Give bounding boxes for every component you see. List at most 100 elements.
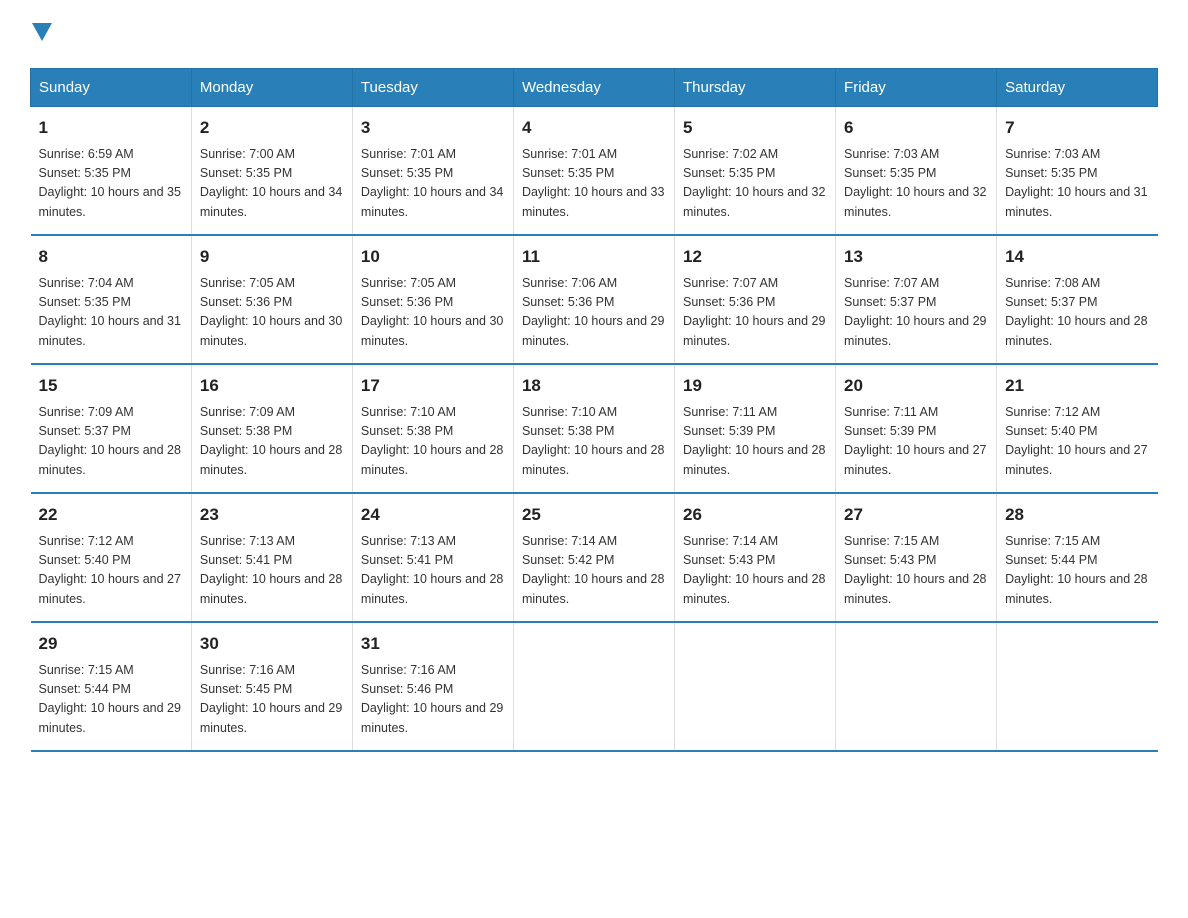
sunrise-label: Sunrise: 7:14 AM: [683, 534, 778, 548]
daylight-label: Daylight: 10 hours and 30 minutes.: [200, 314, 342, 347]
daylight-label: Daylight: 10 hours and 28 minutes.: [361, 443, 503, 476]
calendar-cell: 27 Sunrise: 7:15 AM Sunset: 5:43 PM Dayl…: [836, 493, 997, 622]
day-info: Sunrise: 7:16 AM Sunset: 5:46 PM Dayligh…: [361, 661, 505, 739]
day-info: Sunrise: 7:02 AM Sunset: 5:35 PM Dayligh…: [683, 145, 827, 223]
day-info: Sunrise: 7:00 AM Sunset: 5:35 PM Dayligh…: [200, 145, 344, 223]
weekday-header-sunday: Sunday: [31, 69, 192, 107]
sunrise-label: Sunrise: 7:16 AM: [361, 663, 456, 677]
calendar-cell: 21 Sunrise: 7:12 AM Sunset: 5:40 PM Dayl…: [997, 364, 1158, 493]
day-number: 15: [39, 373, 183, 399]
day-number: 29: [39, 631, 183, 657]
sunrise-label: Sunrise: 7:15 AM: [1005, 534, 1100, 548]
weekday-header-row: SundayMondayTuesdayWednesdayThursdayFrid…: [31, 69, 1158, 107]
sunset-label: Sunset: 5:37 PM: [1005, 295, 1097, 309]
calendar-cell: 3 Sunrise: 7:01 AM Sunset: 5:35 PM Dayli…: [352, 107, 513, 236]
day-number: 11: [522, 244, 666, 270]
sunset-label: Sunset: 5:35 PM: [39, 295, 131, 309]
day-number: 26: [683, 502, 827, 528]
daylight-label: Daylight: 10 hours and 28 minutes.: [200, 572, 342, 605]
sunrise-label: Sunrise: 7:02 AM: [683, 147, 778, 161]
day-info: Sunrise: 7:01 AM Sunset: 5:35 PM Dayligh…: [361, 145, 505, 223]
day-number: 1: [39, 115, 183, 141]
calendar-week-row: 22 Sunrise: 7:12 AM Sunset: 5:40 PM Dayl…: [31, 493, 1158, 622]
daylight-label: Daylight: 10 hours and 32 minutes.: [683, 185, 825, 218]
sunset-label: Sunset: 5:35 PM: [361, 166, 453, 180]
sunrise-label: Sunrise: 6:59 AM: [39, 147, 134, 161]
day-info: Sunrise: 7:03 AM Sunset: 5:35 PM Dayligh…: [1005, 145, 1149, 223]
calendar-cell: 17 Sunrise: 7:10 AM Sunset: 5:38 PM Dayl…: [352, 364, 513, 493]
day-info: Sunrise: 7:15 AM Sunset: 5:44 PM Dayligh…: [39, 661, 183, 739]
sunrise-label: Sunrise: 7:05 AM: [361, 276, 456, 290]
day-info: Sunrise: 7:16 AM Sunset: 5:45 PM Dayligh…: [200, 661, 344, 739]
daylight-label: Daylight: 10 hours and 28 minutes.: [683, 572, 825, 605]
calendar-cell: 19 Sunrise: 7:11 AM Sunset: 5:39 PM Dayl…: [675, 364, 836, 493]
weekday-header-tuesday: Tuesday: [352, 69, 513, 107]
calendar-cell: 30 Sunrise: 7:16 AM Sunset: 5:45 PM Dayl…: [191, 622, 352, 751]
sunset-label: Sunset: 5:35 PM: [200, 166, 292, 180]
calendar-cell: 6 Sunrise: 7:03 AM Sunset: 5:35 PM Dayli…: [836, 107, 997, 236]
day-info: Sunrise: 7:13 AM Sunset: 5:41 PM Dayligh…: [200, 532, 344, 610]
sunset-label: Sunset: 5:35 PM: [1005, 166, 1097, 180]
sunrise-label: Sunrise: 7:01 AM: [522, 147, 617, 161]
calendar-cell: 5 Sunrise: 7:02 AM Sunset: 5:35 PM Dayli…: [675, 107, 836, 236]
day-info: Sunrise: 7:04 AM Sunset: 5:35 PM Dayligh…: [39, 274, 183, 352]
calendar-cell: [675, 622, 836, 751]
calendar-cell: 22 Sunrise: 7:12 AM Sunset: 5:40 PM Dayl…: [31, 493, 192, 622]
daylight-label: Daylight: 10 hours and 29 minutes.: [522, 314, 664, 347]
day-info: Sunrise: 7:15 AM Sunset: 5:44 PM Dayligh…: [1005, 532, 1149, 610]
sunset-label: Sunset: 5:41 PM: [200, 553, 292, 567]
sunset-label: Sunset: 5:45 PM: [200, 682, 292, 696]
calendar-cell: [513, 622, 674, 751]
calendar-cell: 8 Sunrise: 7:04 AM Sunset: 5:35 PM Dayli…: [31, 235, 192, 364]
day-number: 23: [200, 502, 344, 528]
day-number: 28: [1005, 502, 1149, 528]
daylight-label: Daylight: 10 hours and 29 minutes.: [683, 314, 825, 347]
day-number: 10: [361, 244, 505, 270]
day-number: 6: [844, 115, 988, 141]
calendar-week-row: 15 Sunrise: 7:09 AM Sunset: 5:37 PM Dayl…: [31, 364, 1158, 493]
sunset-label: Sunset: 5:39 PM: [683, 424, 775, 438]
daylight-label: Daylight: 10 hours and 33 minutes.: [522, 185, 664, 218]
daylight-label: Daylight: 10 hours and 29 minutes.: [361, 701, 503, 734]
daylight-label: Daylight: 10 hours and 29 minutes.: [200, 701, 342, 734]
weekday-header-thursday: Thursday: [675, 69, 836, 107]
day-info: Sunrise: 7:05 AM Sunset: 5:36 PM Dayligh…: [200, 274, 344, 352]
calendar-cell: 28 Sunrise: 7:15 AM Sunset: 5:44 PM Dayl…: [997, 493, 1158, 622]
daylight-label: Daylight: 10 hours and 30 minutes.: [361, 314, 503, 347]
day-info: Sunrise: 7:11 AM Sunset: 5:39 PM Dayligh…: [844, 403, 988, 481]
calendar-cell: 9 Sunrise: 7:05 AM Sunset: 5:36 PM Dayli…: [191, 235, 352, 364]
sunrise-label: Sunrise: 7:13 AM: [361, 534, 456, 548]
day-number: 8: [39, 244, 183, 270]
sunset-label: Sunset: 5:38 PM: [522, 424, 614, 438]
day-number: 2: [200, 115, 344, 141]
sunset-label: Sunset: 5:38 PM: [361, 424, 453, 438]
daylight-label: Daylight: 10 hours and 34 minutes.: [361, 185, 503, 218]
calendar-cell: 20 Sunrise: 7:11 AM Sunset: 5:39 PM Dayl…: [836, 364, 997, 493]
day-number: 31: [361, 631, 505, 657]
daylight-label: Daylight: 10 hours and 28 minutes.: [844, 572, 986, 605]
daylight-label: Daylight: 10 hours and 28 minutes.: [683, 443, 825, 476]
day-info: Sunrise: 7:05 AM Sunset: 5:36 PM Dayligh…: [361, 274, 505, 352]
day-number: 14: [1005, 244, 1149, 270]
sunset-label: Sunset: 5:35 PM: [683, 166, 775, 180]
calendar-cell: [997, 622, 1158, 751]
page-header: [30, 20, 1158, 48]
day-number: 21: [1005, 373, 1149, 399]
day-info: Sunrise: 7:09 AM Sunset: 5:38 PM Dayligh…: [200, 403, 344, 481]
day-info: Sunrise: 7:07 AM Sunset: 5:36 PM Dayligh…: [683, 274, 827, 352]
sunset-label: Sunset: 5:40 PM: [39, 553, 131, 567]
calendar-cell: 4 Sunrise: 7:01 AM Sunset: 5:35 PM Dayli…: [513, 107, 674, 236]
sunset-label: Sunset: 5:39 PM: [844, 424, 936, 438]
calendar-week-row: 8 Sunrise: 7:04 AM Sunset: 5:35 PM Dayli…: [31, 235, 1158, 364]
sunset-label: Sunset: 5:36 PM: [522, 295, 614, 309]
sunset-label: Sunset: 5:35 PM: [39, 166, 131, 180]
day-number: 18: [522, 373, 666, 399]
sunrise-label: Sunrise: 7:15 AM: [39, 663, 134, 677]
daylight-label: Daylight: 10 hours and 31 minutes.: [39, 314, 181, 347]
weekday-header-monday: Monday: [191, 69, 352, 107]
calendar-cell: 25 Sunrise: 7:14 AM Sunset: 5:42 PM Dayl…: [513, 493, 674, 622]
sunrise-label: Sunrise: 7:05 AM: [200, 276, 295, 290]
daylight-label: Daylight: 10 hours and 28 minutes.: [522, 443, 664, 476]
daylight-label: Daylight: 10 hours and 27 minutes.: [1005, 443, 1147, 476]
calendar-cell: [836, 622, 997, 751]
